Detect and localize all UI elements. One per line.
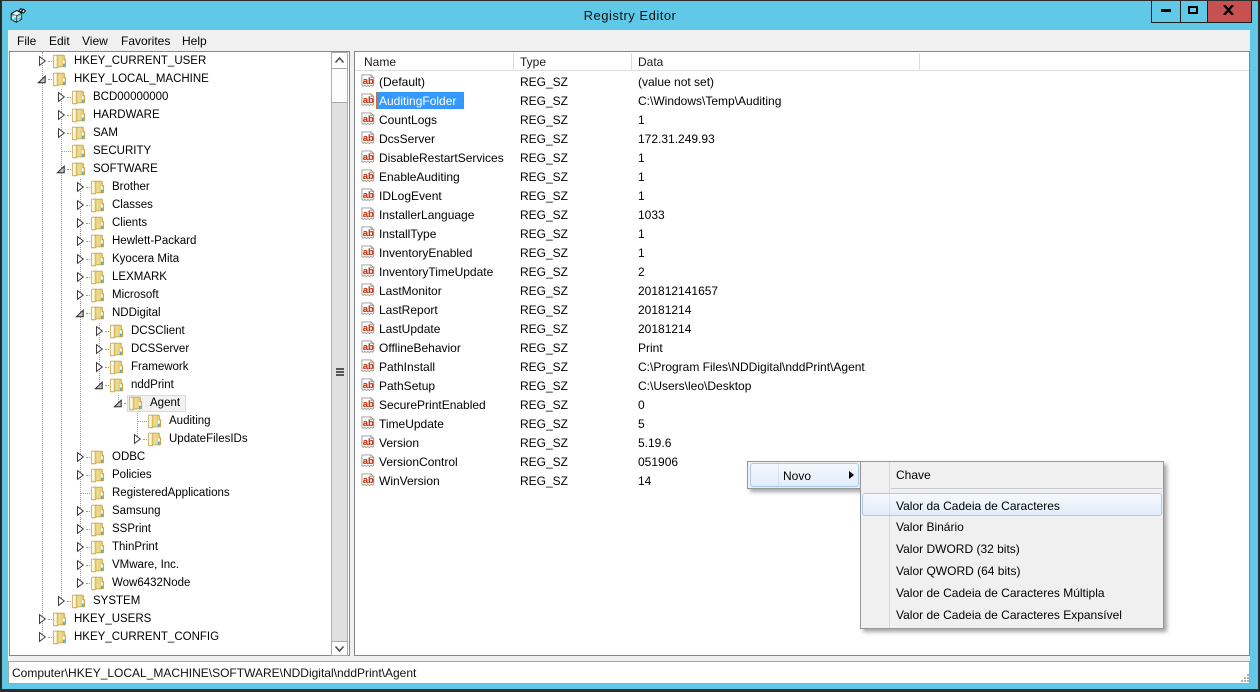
svg-text:ab: ab: [363, 266, 374, 277]
svg-text:ab: ab: [363, 475, 374, 486]
svg-text:ab: ab: [363, 399, 374, 410]
svg-text:ab: ab: [363, 342, 374, 353]
svg-text:ab: ab: [363, 76, 374, 87]
svg-text:ab: ab: [363, 437, 374, 448]
svg-text:ab: ab: [363, 361, 374, 372]
svg-text:ab: ab: [363, 247, 374, 258]
svg-text:ab: ab: [363, 114, 374, 125]
svg-text:ab: ab: [363, 380, 374, 391]
svg-text:ab: ab: [363, 285, 374, 296]
svg-text:ab: ab: [363, 418, 374, 429]
svg-text:ab: ab: [363, 152, 374, 163]
svg-text:ab: ab: [363, 133, 374, 144]
svg-text:ab: ab: [363, 304, 374, 315]
svg-text:ab: ab: [363, 209, 374, 220]
svg-text:ab: ab: [363, 456, 374, 467]
svg-text:ab: ab: [363, 190, 374, 201]
svg-text:ab: ab: [363, 228, 374, 239]
svg-text:ab: ab: [363, 171, 374, 182]
svg-text:ab: ab: [363, 95, 374, 106]
svg-text:ab: ab: [363, 323, 374, 334]
